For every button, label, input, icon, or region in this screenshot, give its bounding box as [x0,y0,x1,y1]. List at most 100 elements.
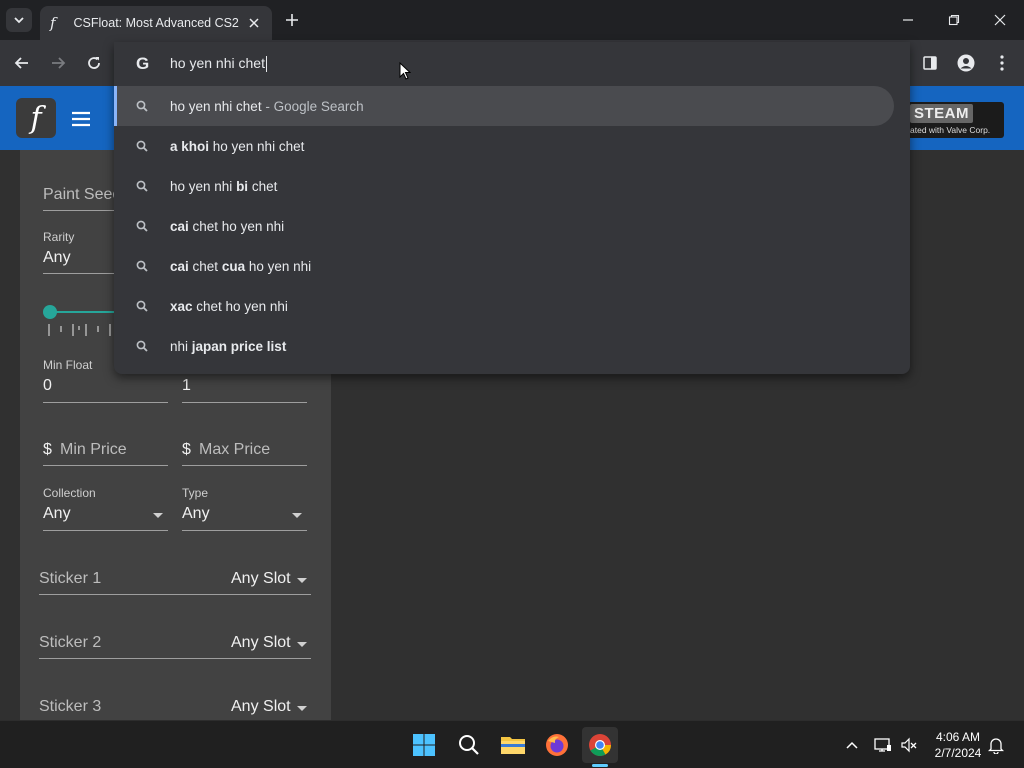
suggestion-item[interactable]: ho yen nhi chet - Google Search [114,86,894,126]
caret-down-icon [297,706,307,711]
browser-tab-active[interactable]: f CSFloat: Most Advanced CS2 M [40,6,272,40]
volume-muted-icon [901,737,917,753]
min-price-input[interactable]: Min Price [60,441,127,459]
chevron-up-icon [846,741,858,749]
sticker-2-slot-select[interactable]: Any Slot [231,634,291,652]
suggestion-text: cai chet cua ho yen nhi [170,258,312,274]
active-app-indicator [592,764,608,767]
caret-down-icon [297,642,307,647]
search-icon [136,260,148,272]
tab-title: CSFloat: Most Advanced CS2 M [73,16,241,30]
profile-icon [957,54,975,72]
float-slider-handle[interactable] [43,305,57,319]
restore-button[interactable] [942,8,966,32]
suggestion-item[interactable]: nhi japan price list [114,326,894,366]
sticker-1-slot-select[interactable]: Any Slot [231,570,291,588]
profile-button[interactable] [954,51,978,75]
collection-underline [43,530,168,531]
hamburger-icon [72,111,90,127]
rarity-select[interactable]: Any [43,249,71,267]
type-select[interactable]: Any [182,505,210,523]
sticker-3-slot-select[interactable]: Any Slot [231,698,291,716]
collection-select[interactable]: Any [43,505,71,523]
suggestion-text: cai chet ho yen nhi [170,218,285,234]
sticker-2-underline [39,658,311,659]
kebab-menu-icon [1000,55,1004,71]
window-close-button[interactable] [988,8,1012,32]
csfloat-logo[interactable]: f [16,98,56,138]
max-float-input[interactable]: 1 [182,377,191,395]
browser-menu-button[interactable] [990,51,1014,75]
search-icon [136,100,148,112]
max-price-input[interactable]: Max Price [199,441,270,459]
back-button[interactable] [10,51,34,75]
suggestion-text: nhi japan price list [170,338,287,354]
windows-taskbar: 4:06 AM 2/7/2024 [0,720,1024,768]
firefox-button[interactable] [539,727,575,763]
collection-label: Collection [43,486,96,500]
min-float-underline [43,402,168,403]
start-button[interactable] [406,727,442,763]
taskbar-search-button[interactable] [451,727,487,763]
mouse-cursor-icon [399,62,411,80]
plus-icon [286,14,298,26]
close-icon [994,14,1006,26]
forward-button[interactable] [46,51,70,75]
hamburger-menu-button[interactable] [70,108,92,128]
file-explorer-button[interactable] [495,727,531,763]
suggestion-item[interactable]: cai chet cua ho yen nhi [114,246,894,286]
min-float-input[interactable]: 0 [43,377,52,395]
omnibox-text: ho yen nhi chet [170,55,265,71]
search-icon [459,735,479,755]
google-g-icon: G [136,54,150,73]
max-price-dollar-sign: $ [182,441,191,458]
tab-close-button[interactable] [246,15,262,31]
suggestion-item[interactable]: cai chet ho yen nhi [114,206,894,246]
suggestion-text: a khoi ho yen nhi chet [170,138,305,154]
minimize-button[interactable] [896,8,920,32]
arrow-right-icon [52,57,66,69]
sticker-2-input[interactable]: Sticker 2 [39,634,101,652]
firefox-icon [546,734,568,756]
steam-badge[interactable]: STEAM ated with Valve Corp. [906,102,1004,138]
windows-logo-icon [413,734,435,756]
float-slider-ticks [48,324,111,336]
min-float-label: Min Float [43,358,93,372]
notifications-button[interactable] [986,735,1006,755]
new-tab-button[interactable] [282,10,302,30]
min-price-underline [43,465,168,466]
side-panel-button[interactable] [918,51,942,75]
paint-seed-input[interactable]: Paint Seec [43,186,120,204]
caret-down-icon [297,578,307,583]
caret-down-icon [153,513,163,518]
max-float-underline [182,402,307,403]
search-icon [136,300,148,312]
folder-icon [501,737,525,754]
clock-time: 4:06 AM [935,730,981,744]
search-icon [136,140,148,152]
suggestion-text: ho yen nhi chet - Google Search [170,98,364,114]
chrome-button[interactable] [582,727,618,763]
suggestion-item[interactable]: xac chet ho yen nhi [114,286,894,326]
search-icon [136,220,148,232]
sticker-1-input[interactable]: Sticker 1 [39,570,101,588]
paint-seed-underline [43,210,123,211]
float-slider-track[interactable] [50,311,124,313]
tab-search-button[interactable] [6,8,32,32]
sticker-3-input[interactable]: Sticker 3 [39,698,101,716]
omnibox-input[interactable]: G ho yen nhi chet [114,42,910,84]
show-hidden-icons-button[interactable] [842,735,862,755]
type-underline [182,530,307,531]
search-icon [136,180,148,192]
network-tray-button[interactable] [873,735,893,755]
volume-tray-button[interactable] [899,735,919,755]
text-cursor [265,56,267,73]
omnibox-dropdown: G ho yen nhi chet ho yen nhi chet - Goog… [114,42,910,374]
reload-button[interactable] [82,51,106,75]
system-clock[interactable]: 4:06 AM 2/7/2024 [926,729,990,761]
suggestion-item[interactable]: ho yen nhi bi chet [114,166,894,206]
search-icon [136,340,148,352]
suggestion-item[interactable]: a khoi ho yen nhi chet [114,126,894,166]
close-icon [249,18,259,28]
csfloat-favicon-icon: f [50,14,56,32]
